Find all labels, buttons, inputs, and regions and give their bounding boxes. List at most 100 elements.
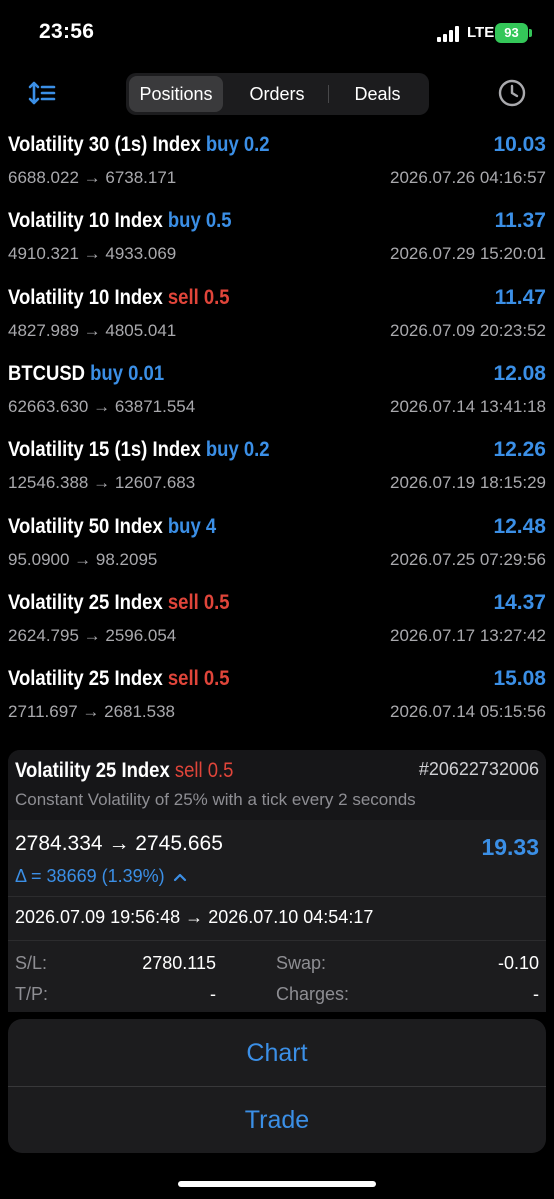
detail-close-time: 2026.07.10 04:54:17	[208, 907, 374, 927]
position-symbol-line: Volatility 15 (1s) Index buy 0.2	[8, 438, 270, 462]
home-indicator	[178, 1181, 376, 1187]
position-direction: sell 0.5	[167, 590, 230, 614]
tab-switcher: Positions Orders Deals	[126, 73, 429, 115]
arrow-right-icon: →	[78, 244, 106, 264]
list-item[interactable]: Volatility 30 (1s) Index buy 0.2 10.03 668…	[0, 128, 554, 204]
position-symbol: BTCUSD	[8, 361, 85, 385]
position-profit: 12.48	[493, 514, 546, 538]
position-symbol-line: BTCUSD buy 0.01	[8, 362, 164, 386]
position-datetime: 2026.07.19 18:15:29	[390, 473, 546, 493]
detail-open-price: 2784.334	[15, 832, 103, 855]
detail-prices: 2784.334 → 2745.665	[15, 832, 223, 856]
tab-deals[interactable]: Deals	[329, 76, 426, 112]
position-symbol: Volatility 50 Index	[8, 514, 163, 538]
tab-orders[interactable]: Orders	[227, 76, 327, 112]
detail-ticket: #20622732006	[418, 759, 539, 779]
position-profit: 12.26	[493, 438, 546, 462]
position-direction: buy 4	[167, 514, 217, 538]
current-price: 4805.041	[105, 320, 177, 340]
position-datetime: 2026.07.14 05:15:56	[390, 702, 546, 722]
list-item[interactable]: Volatility 10 Index sell 0.5 11.47 4827.98…	[0, 281, 554, 357]
list-item[interactable]: Volatility 15 (1s) Index buy 0.2 12.26 125…	[0, 433, 554, 509]
position-datetime: 2026.07.17 13:27:42	[390, 625, 546, 645]
divider	[8, 896, 546, 897]
position-symbol: Volatility 30 (1s) Index	[8, 133, 201, 156]
status-time: 23:56	[39, 20, 95, 43]
current-price: 2596.054	[105, 625, 177, 645]
list-item[interactable]: Volatility 25 Index sell 0.5 15.08 2711.69…	[0, 662, 554, 738]
detail-direction: sell 0.5	[174, 759, 234, 782]
list-item[interactable]: Volatility 25 Index sell 0.5 14.37 2624.79…	[0, 586, 554, 662]
position-datetime: 2026.07.25 07:29:56	[390, 549, 546, 569]
current-price: 98.2095	[95, 549, 158, 569]
open-price: 4827.989	[8, 320, 79, 340]
position-symbol: Volatility 25 Index	[8, 667, 163, 691]
open-price: 12546.388	[8, 473, 89, 493]
detail-header: Volatility 25 Index sell 0.5 #2062273200…	[8, 750, 546, 820]
current-price: 63871.554	[114, 396, 196, 416]
position-prices: 2711.697 → 2681.538	[8, 702, 175, 722]
open-price: 4910.321	[8, 244, 79, 264]
trade-button[interactable]: Trade	[8, 1087, 546, 1153]
position-profit: 10.03	[493, 133, 546, 156]
charges-value: -	[533, 984, 539, 1004]
position-profit: 14.37	[493, 590, 546, 614]
open-price: 95.0900	[8, 549, 70, 569]
sl-label: S/L:	[15, 953, 48, 973]
list-item[interactable]: Volatility 50 Index buy 4 12.48 95.0900 → …	[0, 510, 554, 586]
sl-value: 2780.115	[142, 953, 216, 973]
position-datetime: 2026.07.09 20:23:52	[390, 320, 546, 340]
charges-label: Charges:	[276, 984, 350, 1004]
position-prices: 6688.022 → 6738.171	[8, 168, 176, 188]
position-symbol-line: Volatility 30 (1s) Index buy 0.2	[8, 133, 270, 157]
list-item[interactable]: Volatility 10 Index buy 0.5 11.37 4910.321…	[0, 204, 554, 280]
battery-tip	[529, 29, 532, 37]
detail-symbol: Volatility 25 Index	[15, 759, 170, 782]
tp-value: -	[210, 984, 216, 1004]
position-symbol-line: Volatility 10 Index buy 0.5	[8, 209, 232, 233]
list-item[interactable]: BTCUSD buy 0.01 12.08 62663.630 → 63871.55…	[0, 357, 554, 433]
position-profit: 12.08	[493, 361, 546, 385]
chart-button[interactable]: Chart	[8, 1020, 546, 1086]
status-bar: 23:56 LTE 93	[0, 0, 554, 66]
position-symbol-line: Volatility 25 Index sell 0.5	[8, 667, 230, 691]
position-detail-panel: Volatility 25 Index sell 0.5 #2062273200…	[8, 750, 546, 1012]
arrow-right-icon: →	[88, 473, 115, 493]
position-datetime: 2026.07.14 13:41:18	[390, 396, 546, 416]
position-prices: 2624.795 → 2596.054	[8, 626, 176, 646]
chevron-up-icon	[173, 873, 186, 882]
position-prices: 95.0900 → 98.2095	[8, 550, 157, 570]
position-symbol-line: Volatility 50 Index buy 4	[8, 515, 216, 539]
arrow-right-icon: →	[78, 168, 106, 187]
position-symbol-line: Volatility 25 Index sell 0.5	[8, 591, 230, 615]
arrow-right-icon: →	[108, 832, 136, 855]
current-price: 4933.069	[105, 244, 177, 264]
network-type: LTE	[467, 24, 495, 41]
arrow-right-icon: →	[78, 625, 106, 645]
arrow-right-icon: →	[185, 907, 209, 927]
sort-icon[interactable]	[28, 80, 58, 108]
position-direction: sell 0.5	[167, 667, 230, 691]
position-datetime: 2026.07.29 15:20:01	[390, 244, 546, 264]
detail-delta-toggle[interactable]: Δ = 38669 (1.39%)	[15, 866, 187, 887]
position-direction: buy 0.2	[205, 438, 270, 462]
battery-icon: 93	[495, 23, 528, 43]
cellular-signal-icon	[437, 26, 459, 42]
divider	[8, 940, 546, 941]
detail-delta: Δ = 38669 (1.39%)	[15, 866, 165, 886]
position-symbol: Volatility 10 Index	[8, 285, 163, 309]
current-price: 12607.683	[114, 473, 196, 493]
tab-positions[interactable]: Positions	[129, 76, 223, 112]
tp-label: T/P:	[15, 984, 49, 1004]
detail-symbol-line: Volatility 25 Index sell 0.5	[15, 759, 233, 783]
position-profit: 11.47	[494, 285, 546, 309]
position-datetime: 2026.07.26 04:16:57	[390, 168, 546, 187]
arrow-right-icon: →	[77, 702, 105, 722]
position-symbol-line: Volatility 10 Index sell 0.5	[8, 286, 230, 310]
swap-label: Swap:	[276, 953, 327, 973]
position-direction: buy 0.2	[205, 133, 270, 156]
open-price: 2711.697	[8, 702, 78, 722]
open-price: 2624.795	[8, 625, 79, 645]
detail-current-price: 2745.665	[135, 832, 223, 855]
history-clock-icon[interactable]	[497, 78, 527, 108]
